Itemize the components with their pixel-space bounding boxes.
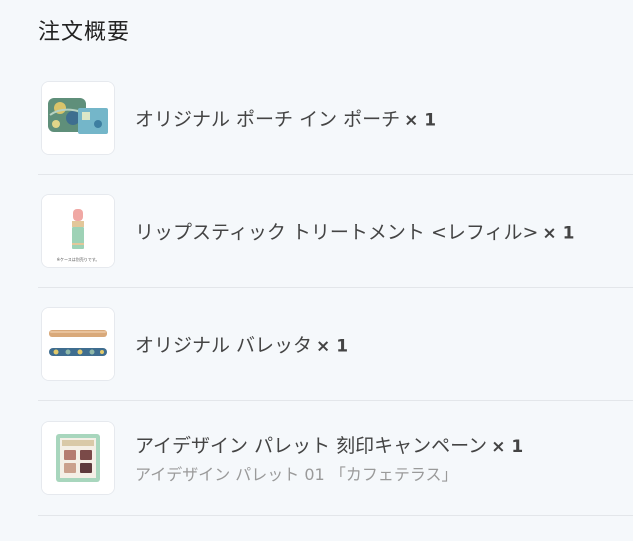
item-variant: アイデザイン パレット 01 「カフェテラス」 (135, 465, 458, 484)
item-quantity: × 1 (404, 110, 437, 131)
order-summary-title: 注文概要 (38, 20, 131, 45)
lipstick-image: ※ケースは別売りです。 (41, 194, 115, 268)
item-name: オリジナル バレッタ × 1 (135, 334, 349, 357)
item-quantity: × 1 (491, 437, 524, 457)
pouch-image (41, 81, 115, 155)
order-item: アイデザイン パレット 刻印キャンペーン × 1 アイデザイン パレット 01 「… (38, 401, 633, 516)
order-item: オリジナル ポーチ イン ポーチ × 1 (38, 62, 633, 175)
item-quantity: × 1 (316, 336, 349, 357)
item-quantity: × 1 (542, 223, 575, 244)
barrette-image (41, 307, 115, 381)
item-name: アイデザイン パレット 刻印キャンペーン × 1 (135, 435, 524, 457)
item-name: オリジナル ポーチ イン ポーチ × 1 (135, 108, 437, 131)
order-item-list: オリジナル ポーチ イン ポーチ × 1 ※ケースは別売りです。 リップスティック… (38, 62, 633, 516)
order-item: オリジナル バレッタ × 1 (38, 288, 633, 401)
order-item: ※ケースは別売りです。 リップスティック トリートメント <レフィル> × 1 (38, 175, 633, 288)
item-name: リップスティック トリートメント <レフィル> × 1 (135, 221, 575, 244)
palette-image (41, 421, 115, 495)
image-caption: ※ケースは別売りです。 (57, 256, 100, 262)
